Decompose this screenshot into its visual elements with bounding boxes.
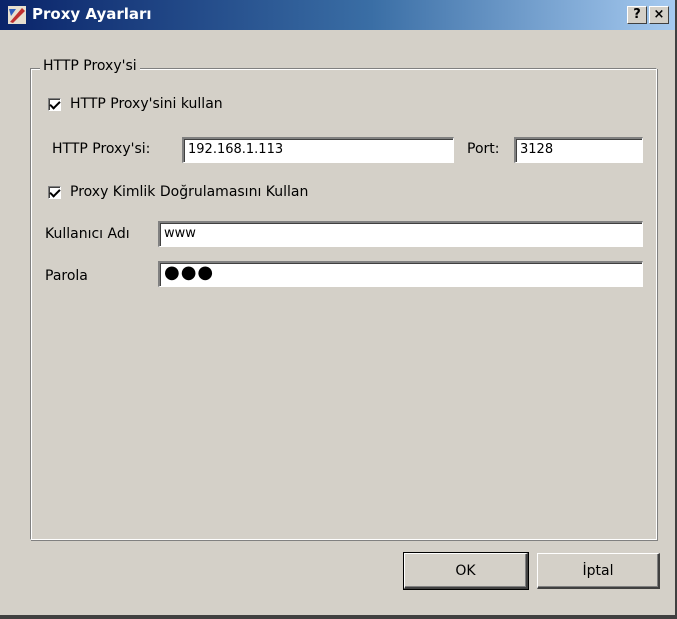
use-proxy-checkbox[interactable]: [48, 97, 61, 111]
use-auth-row[interactable]: Proxy Kimlik Doğrulamasını Kullan: [48, 182, 308, 202]
use-proxy-row[interactable]: HTTP Proxy'sini kullan: [48, 94, 223, 114]
password-label: Parola: [45, 268, 88, 284]
proxy-host-label: HTTP Proxy'si:: [52, 141, 151, 157]
username-label: Kullanıcı Adı: [45, 226, 130, 242]
close-button[interactable]: ×: [649, 6, 669, 24]
port-input[interactable]: 3128: [514, 137, 643, 163]
group-legend: HTTP Proxy'si: [40, 58, 140, 74]
proxy-settings-dialog: Proxy Ayarları ? × HTTP Proxy'si HTTP Pr…: [0, 0, 677, 619]
help-button[interactable]: ?: [627, 6, 647, 24]
use-proxy-label[interactable]: HTTP Proxy'sini kullan: [70, 96, 223, 112]
window-title: Proxy Ayarları: [32, 5, 152, 23]
app-icon: [8, 6, 26, 24]
username-input[interactable]: www: [158, 221, 643, 247]
password-input[interactable]: ●●●: [158, 261, 643, 287]
port-label: Port:: [467, 141, 500, 157]
proxy-host-input[interactable]: 192.168.1.113: [182, 137, 454, 163]
use-auth-label[interactable]: Proxy Kimlik Doğrulamasını Kullan: [70, 184, 308, 200]
ok-button[interactable]: OK: [403, 552, 529, 590]
use-auth-checkbox[interactable]: [48, 185, 61, 199]
cancel-button[interactable]: İptal: [537, 553, 660, 589]
title-bar[interactable]: Proxy Ayarları ? ×: [0, 0, 675, 30]
